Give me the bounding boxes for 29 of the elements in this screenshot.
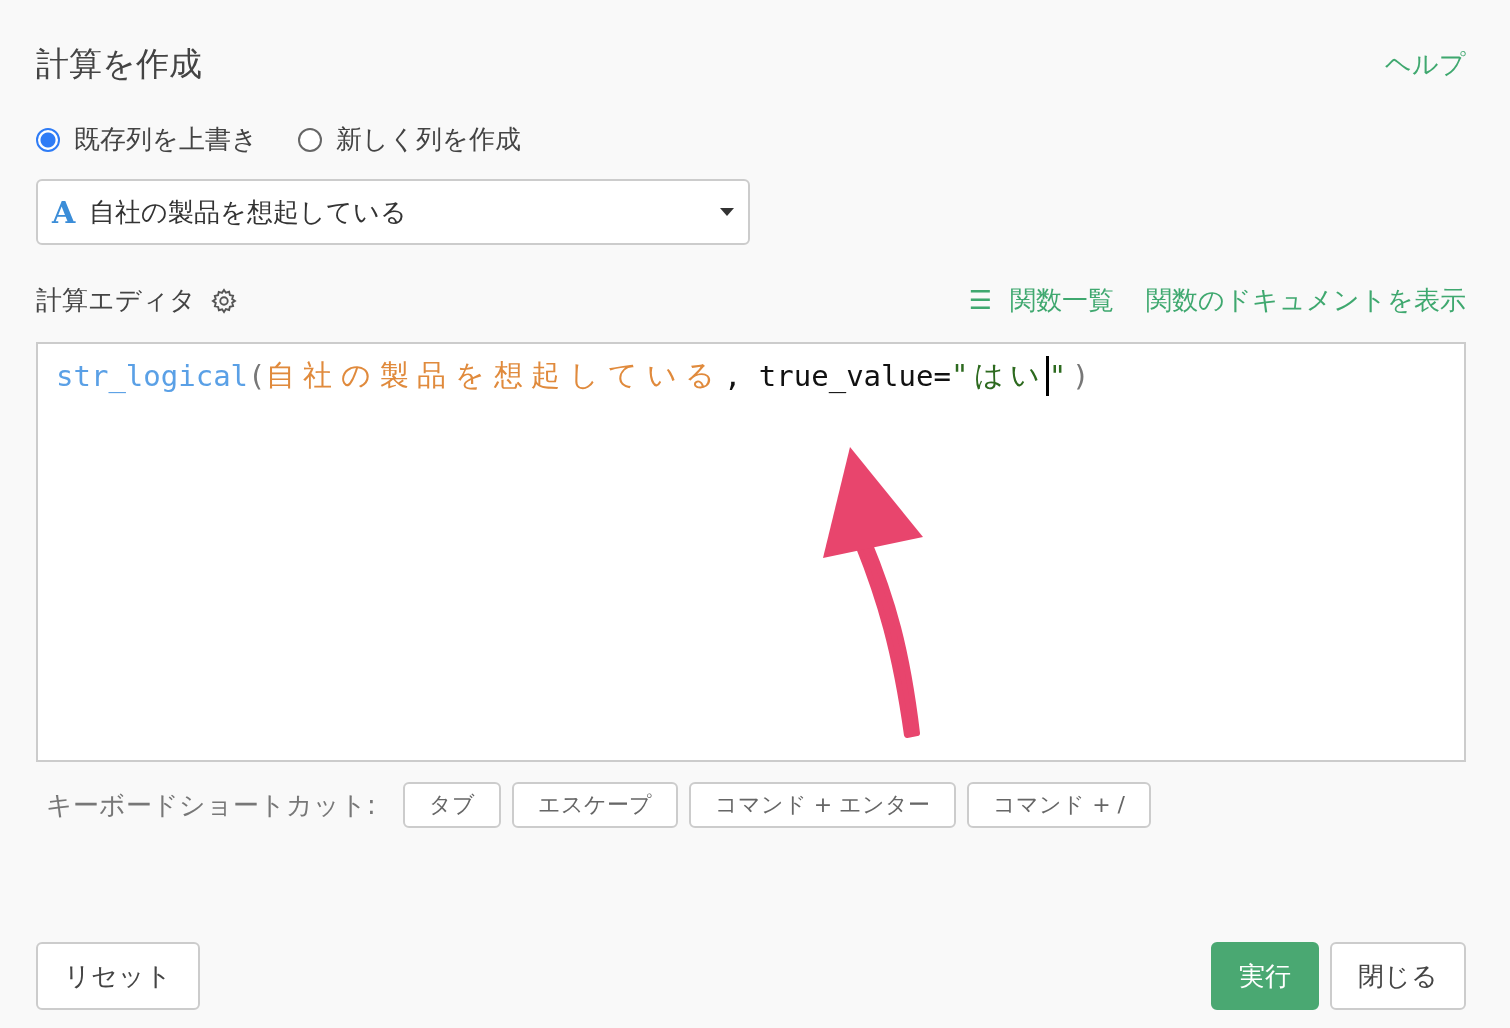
settings-icon[interactable] xyxy=(210,286,238,315)
shortcuts-label: キーボードショートカット: xyxy=(46,788,376,822)
reset-button[interactable]: リセット xyxy=(36,942,200,1010)
code-token: ( xyxy=(248,359,266,393)
text-type-icon: A xyxy=(52,194,76,230)
column-dropdown[interactable]: A 自社の製品を想起している xyxy=(36,179,750,245)
text-cursor xyxy=(1045,356,1049,396)
code-editor[interactable]: str_logical(自社の製品を想起している, true_value="はい") xyxy=(36,342,1466,762)
editor-label: 計算エディタ xyxy=(36,284,196,317)
close-button[interactable]: 閉じる xyxy=(1330,942,1466,1010)
code-token: " xyxy=(1048,359,1073,393)
shortcut-key: タブ xyxy=(402,782,501,828)
radio-option[interactable]: 既存列を上書き xyxy=(36,122,258,157)
radio-option[interactable]: 新しく列を作成 xyxy=(298,122,521,157)
radio-label: 新しく列を作成 xyxy=(336,123,521,156)
dialog-title: 計算を作成 xyxy=(36,42,202,85)
code-token: , true_value= xyxy=(723,359,951,393)
code-token: str_logical xyxy=(56,359,249,393)
shortcut-key: コマンド + エンター xyxy=(688,782,957,828)
code-token: 自社の製品を想起している xyxy=(265,357,724,394)
shortcut-key: コマンド + / xyxy=(967,782,1152,828)
radio-button[interactable] xyxy=(36,127,60,152)
code-token: ) xyxy=(1072,359,1090,393)
dropdown-value: 自社の製品を想起している xyxy=(89,195,409,229)
radio-label: 既存列を上書き xyxy=(74,123,258,156)
shortcut-key: エスケープ xyxy=(511,782,678,828)
code-token: "はい xyxy=(950,357,1046,394)
radio-button[interactable] xyxy=(298,127,322,152)
caret-icon xyxy=(720,208,734,216)
